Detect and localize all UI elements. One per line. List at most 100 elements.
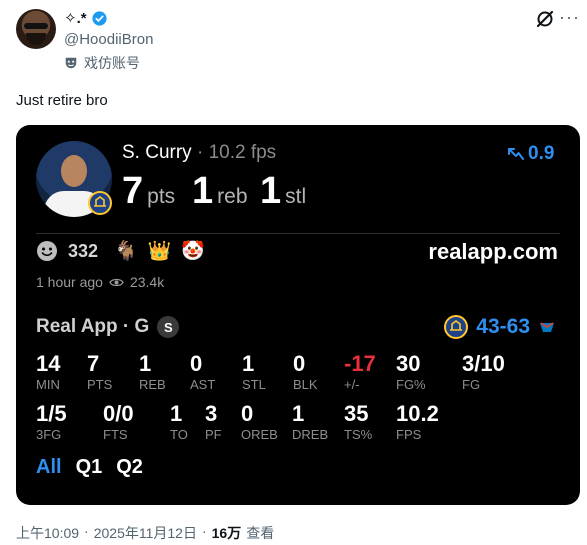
stat-value: 7	[87, 351, 100, 376]
stat-label: TO	[170, 427, 188, 442]
player-fps: 10.2 fps	[208, 142, 277, 163]
stat-label: TS%	[344, 427, 373, 442]
more-options-icon[interactable]: ···	[559, 8, 580, 26]
stat-value: 14	[36, 351, 61, 376]
player-head	[61, 155, 87, 187]
stat-fps: 10.2 FPS	[396, 401, 439, 443]
stat-fts: 0/0 FTS	[103, 401, 134, 443]
realapp-stat-card[interactable]: S. Curry · 10.2 fps 7 pts 1 reb 1 stl 0.…	[16, 125, 580, 505]
stat-label: BLK	[293, 377, 318, 392]
card-meta-line: 1 hour ago 23.4k	[36, 274, 164, 290]
stat-3fg: 1/5 3FG	[36, 401, 67, 443]
score-value: 43-63	[476, 315, 530, 339]
stat-label: MIN	[36, 377, 60, 392]
tweet-footer: 上午10:09 · 2025年11月12日 · 16万 查看	[16, 523, 274, 543]
stat-pf: 3 PF	[205, 401, 222, 443]
grok-icon[interactable]	[535, 9, 555, 29]
stat-label: FG%	[396, 377, 426, 392]
parody-account-label: 戏仿账号	[64, 53, 140, 73]
stat-blk: 0 BLK	[293, 351, 318, 393]
headline-stat-stl: 1 stl	[260, 169, 306, 213]
goat-emoji-icon[interactable]: 🐐	[114, 239, 138, 263]
reactions-bar[interactable]: 332 🐐 👑 🤡	[36, 239, 205, 263]
stat-label: FPS	[396, 427, 422, 442]
stat-plus-minus: -17 +/-	[344, 351, 376, 393]
stat-value: 3	[205, 401, 218, 426]
stat-label: AST	[190, 377, 216, 392]
stat-value: 1	[139, 351, 152, 376]
views-count: 16万	[211, 525, 242, 541]
theater-mask-icon	[65, 57, 77, 69]
tab-q1[interactable]: Q1	[76, 456, 103, 479]
stat-value: 10.2	[396, 401, 439, 426]
stat-value: 0	[293, 351, 306, 376]
stat-fg: 3/10 FG	[462, 351, 505, 393]
author-handle[interactable]: @HoodiiBron	[64, 31, 153, 48]
stat-value: 1	[170, 401, 183, 426]
score-opponent: 63	[506, 315, 530, 338]
score-separator: -	[499, 315, 507, 338]
stat-value: 3/10	[462, 351, 505, 376]
headline-stat-unit: stl	[285, 185, 307, 208]
stat-label: 3FG	[36, 427, 62, 442]
separator-dot: ·	[191, 142, 209, 163]
stat-min: 14 MIN	[36, 351, 60, 393]
stat-label: REB	[139, 377, 166, 392]
stat-label: FG	[462, 377, 481, 392]
card-view-count: 23.4k	[129, 274, 165, 290]
game-row: Real App · G S	[36, 316, 180, 338]
separator-dot: ·	[84, 523, 89, 539]
player-rating: 0.9	[507, 143, 554, 165]
headline-stat-value: 1	[192, 170, 214, 212]
stat-value: 0/0	[103, 401, 134, 426]
stat-ast: 0 AST	[190, 351, 215, 393]
headline-stat-value: 7	[122, 170, 144, 212]
clown-emoji-icon[interactable]: 🤡	[181, 239, 205, 263]
score-team: 43	[476, 315, 500, 338]
player-name-line: S. Curry · 10.2 fps	[122, 142, 276, 164]
author-display-name[interactable]: ✧.*	[64, 9, 87, 27]
warriors-logo-icon	[88, 191, 112, 215]
stat-stl: 1 STL	[242, 351, 266, 393]
parody-label-text: 戏仿账号	[84, 55, 140, 71]
game-title: Real App · G	[36, 316, 150, 337]
crown-emoji-icon[interactable]: 👑	[148, 239, 172, 263]
period-tabs: All Q1 Q2	[36, 456, 143, 479]
author-name-row: ✧.*	[64, 9, 108, 27]
stat-pts: 7 PTS	[87, 351, 112, 393]
smiley-face-icon[interactable]	[36, 240, 58, 262]
views-label: 查看	[246, 525, 275, 541]
stat-label: +/-	[344, 377, 360, 392]
stat-label: STL	[242, 377, 266, 392]
warriors-logo-icon	[444, 315, 469, 339]
stat-value: 0	[190, 351, 203, 376]
verified-badge-icon	[91, 10, 107, 26]
tab-q2[interactable]: Q2	[116, 456, 143, 479]
stat-label: PTS	[87, 377, 113, 392]
tweet-text: Just retire bro	[16, 92, 108, 109]
stat-ts-pct: 35 TS%	[344, 401, 372, 443]
separator-dot: ·	[201, 523, 207, 539]
site-link[interactable]: realapp.com	[428, 239, 558, 265]
post-time[interactable]: 上午10:09	[16, 523, 79, 543]
reaction-count: 332	[68, 240, 99, 261]
game-score: 43-63	[444, 315, 556, 339]
post-date[interactable]: 2025年11月12日	[94, 523, 197, 543]
headline-stat-unit: reb	[217, 185, 248, 208]
stat-fg-pct: 30 FG%	[396, 351, 426, 393]
headline-stat-unit: pts	[147, 185, 176, 208]
time-ago: 1 hour ago	[36, 274, 103, 290]
rating-value: 0.9	[528, 143, 555, 164]
s-badge: S	[157, 316, 180, 338]
headline-stat-value: 1	[260, 170, 282, 212]
stat-value: 30	[396, 351, 421, 376]
card-divider	[36, 233, 560, 234]
stat-to: 1 TO	[170, 401, 188, 443]
author-avatar[interactable]	[16, 9, 56, 49]
stat-dreb: 1 DREB	[292, 401, 328, 443]
stat-value: 0	[241, 401, 254, 426]
tab-all[interactable]: All	[36, 456, 62, 479]
stat-oreb: 0 OREB	[241, 401, 278, 443]
headline-stat-reb: 1 reb	[192, 169, 248, 213]
stat-label: OREB	[241, 427, 278, 442]
